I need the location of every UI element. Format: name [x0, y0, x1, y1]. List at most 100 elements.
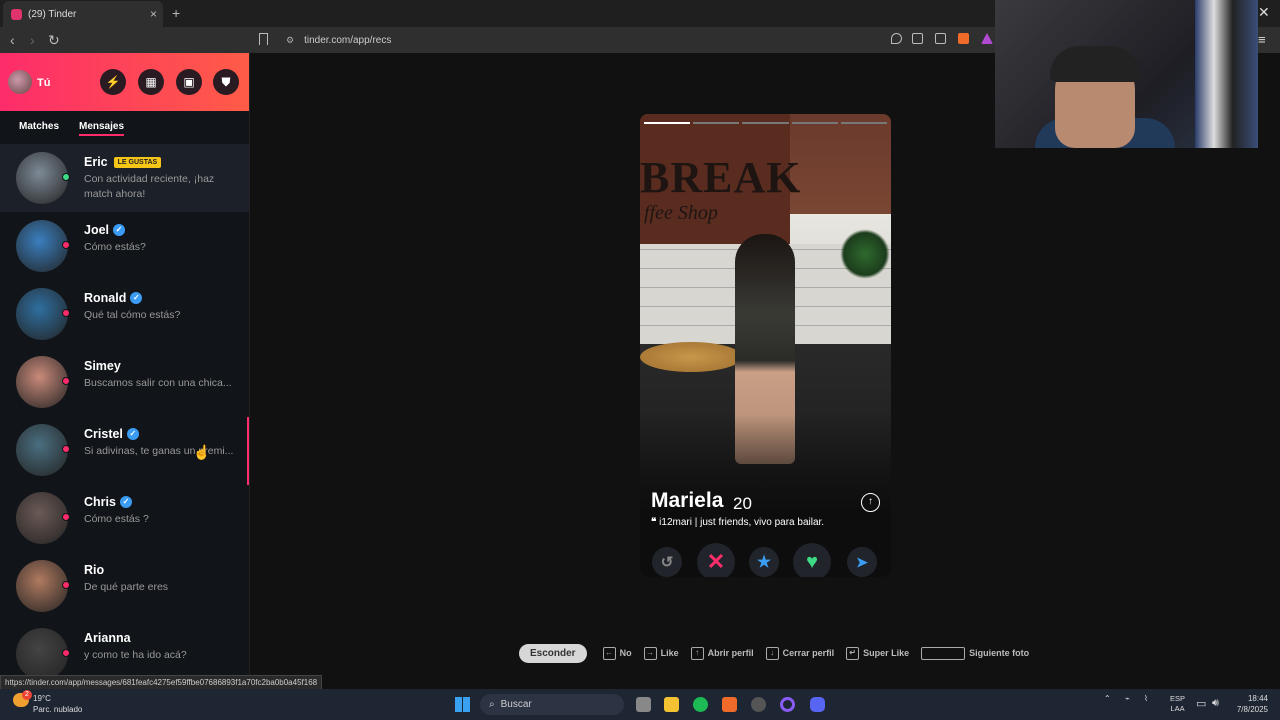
photo-indicator-bar[interactable] [693, 122, 740, 124]
verified-icon: ✓ [113, 224, 126, 236]
unread-dot [62, 241, 70, 249]
conversation-item[interactable]: Ronald ✓ Qué tal cómo estás? [0, 280, 249, 348]
reload-button[interactable]: ↻ [48, 32, 60, 49]
profile-bio: ❝ i12mari | just friends, vivo para bail… [651, 517, 824, 528]
discord-icon[interactable] [810, 697, 825, 712]
browser-menu-icon[interactable]: ≡ [1258, 32, 1266, 47]
photo-indicator-bar[interactable] [644, 122, 691, 124]
forward-button[interactable]: › [30, 32, 35, 48]
url-text: tinder.com/app/recs [304, 34, 392, 46]
verified-icon: ✓ [130, 292, 143, 304]
open-profile-icon[interactable]: ↑ [861, 493, 880, 512]
spotify-icon[interactable] [693, 697, 708, 712]
bolt-icon[interactable]: ⚡ [100, 69, 126, 95]
shortcut-item: ↑ Abrir perfil [690, 646, 754, 660]
language-indicator[interactable]: ESP LAA [1170, 694, 1185, 714]
photo-indicator-bar[interactable] [791, 122, 838, 124]
boost-button[interactable]: ➤ [847, 547, 877, 577]
system-tray[interactable]: ⌃ ⌁ ⌇ [1104, 694, 1148, 703]
conversation-item[interactable]: Rio De qué parte eres [0, 552, 249, 620]
window-close-icon[interactable]: ✕ [1258, 4, 1270, 21]
sidebar: Tú ⚡ ▦ ▣ ⛊ Matches Mensajes Eric LE GUSTA… [0, 53, 250, 689]
file-explorer-icon[interactable] [664, 697, 679, 712]
rewind-button[interactable]: ↺ [652, 547, 682, 577]
scrollbar-thumb[interactable] [247, 417, 249, 485]
volume-icon[interactable]: 🔊︎ [1212, 697, 1219, 710]
shortcut-label: Siguiente foto [969, 648, 1030, 658]
conversation-name: Arianna [84, 631, 131, 645]
profile-card[interactable]: BREAK ffee Shop Mariela 20 ❝ i12mari | j… [640, 114, 891, 577]
sidebar-header: Tú ⚡ ▦ ▣ ⛊ [0, 53, 249, 111]
brave-shield-icon[interactable] [958, 33, 969, 44]
cafe-sign-text: BREAK [640, 153, 802, 202]
site-info-icon[interactable]: ⚙ [286, 35, 294, 46]
weather-widget[interactable]: 19°C Parc. nublado [33, 693, 82, 715]
new-tab-button[interactable]: + [172, 5, 180, 21]
unread-dot [62, 309, 70, 317]
conversation-item[interactable]: Cristel ✓ Si adivinas, te ganas un premi..… [0, 416, 249, 484]
conversation-item[interactable]: Joel ✓ Cómo estás? [0, 212, 249, 280]
browser-tab[interactable]: (29) Tinder × [3, 1, 163, 27]
conversation-item[interactable]: Eric LE GUSTAS Con actividad reciente, ¡ha… [0, 144, 249, 212]
hide-shortcuts-button[interactable]: Esconder [519, 643, 587, 663]
search-label: Buscar [500, 699, 532, 710]
conversation-item[interactable]: Simey Buscamos salir con una chica... [0, 348, 249, 416]
search-icon: ⌕ [489, 699, 495, 710]
cast-icon[interactable] [912, 33, 923, 44]
windows-start-icon[interactable] [455, 697, 470, 712]
obs-icon[interactable] [780, 697, 795, 712]
bookmark-icon[interactable] [259, 33, 268, 45]
photo-indicator-bar[interactable] [840, 122, 887, 124]
conversation-name-text: Eric [84, 155, 108, 169]
unread-dot [62, 513, 70, 521]
conversation-name: Rio [84, 563, 104, 577]
task-view-icon[interactable] [636, 697, 651, 712]
wifi-icon[interactable]: ⌇ [1144, 694, 1148, 703]
verified-icon: ✓ [126, 428, 139, 440]
shield-icon[interactable]: ⛊ [213, 69, 239, 95]
like-button[interactable]: ♥ [793, 543, 831, 577]
photo-indicator-bar[interactable] [742, 122, 789, 124]
conversation-name-text: Joel [84, 223, 110, 237]
super-like-button[interactable]: ★ [749, 547, 779, 577]
key-icon: ↑ [690, 646, 704, 660]
conversation-name-text: Arianna [84, 631, 131, 645]
clothes-rack [1195, 0, 1258, 148]
taskbar-search[interactable]: ⌕ Buscar [480, 694, 624, 715]
clock[interactable]: 18:44 7/8/2025 [1228, 693, 1268, 715]
shortcut-item: ↵ Super Like [846, 646, 909, 660]
lang-layout: LAA [1170, 704, 1185, 713]
network-icon[interactable]: ⌁ [1125, 694, 1130, 703]
tab-matches[interactable]: Matches [19, 121, 59, 132]
share-icon[interactable] [935, 33, 946, 44]
conversation-name: Ronald ✓ [84, 291, 143, 305]
brave-rewards-icon[interactable] [981, 33, 993, 44]
tab-close-icon[interactable]: × [150, 7, 157, 21]
key-icon [921, 646, 966, 660]
my-avatar[interactable] [8, 70, 32, 94]
display-icon[interactable]: ▭ [1196, 697, 1206, 710]
unread-dot [62, 445, 70, 453]
shortcut-item: ← No [602, 646, 632, 660]
conversation-avatar [16, 628, 68, 680]
tab-mensajes[interactable]: Mensajes [79, 121, 125, 136]
streamer-hair [1050, 46, 1140, 82]
back-button[interactable]: ‹ [10, 32, 15, 48]
conversation-preview: y como te ha ido acá? [84, 649, 187, 661]
conversation-name: Cristel ✓ [84, 427, 139, 441]
key-icon: ← [602, 646, 616, 660]
location-icon[interactable] [891, 33, 902, 44]
conversation-item[interactable]: Chris ✓ Cómo estás ? [0, 484, 249, 552]
conversation-name-text: Simey [84, 359, 121, 373]
explore-icon[interactable]: ▦ [138, 69, 164, 95]
nope-button[interactable]: ✕ [697, 543, 735, 577]
steam-icon[interactable] [751, 697, 766, 712]
conversation-name: Simey [84, 359, 121, 373]
my-profile-label[interactable]: Tú [37, 77, 50, 89]
shortcut-label: No [619, 648, 632, 658]
chevron-up-icon[interactable]: ⌃ [1104, 694, 1111, 703]
key-icon: → [643, 646, 657, 660]
brave-icon[interactable] [722, 697, 737, 712]
notification-badge: 2 [22, 690, 32, 700]
briefcase-icon[interactable]: ▣ [176, 69, 202, 95]
